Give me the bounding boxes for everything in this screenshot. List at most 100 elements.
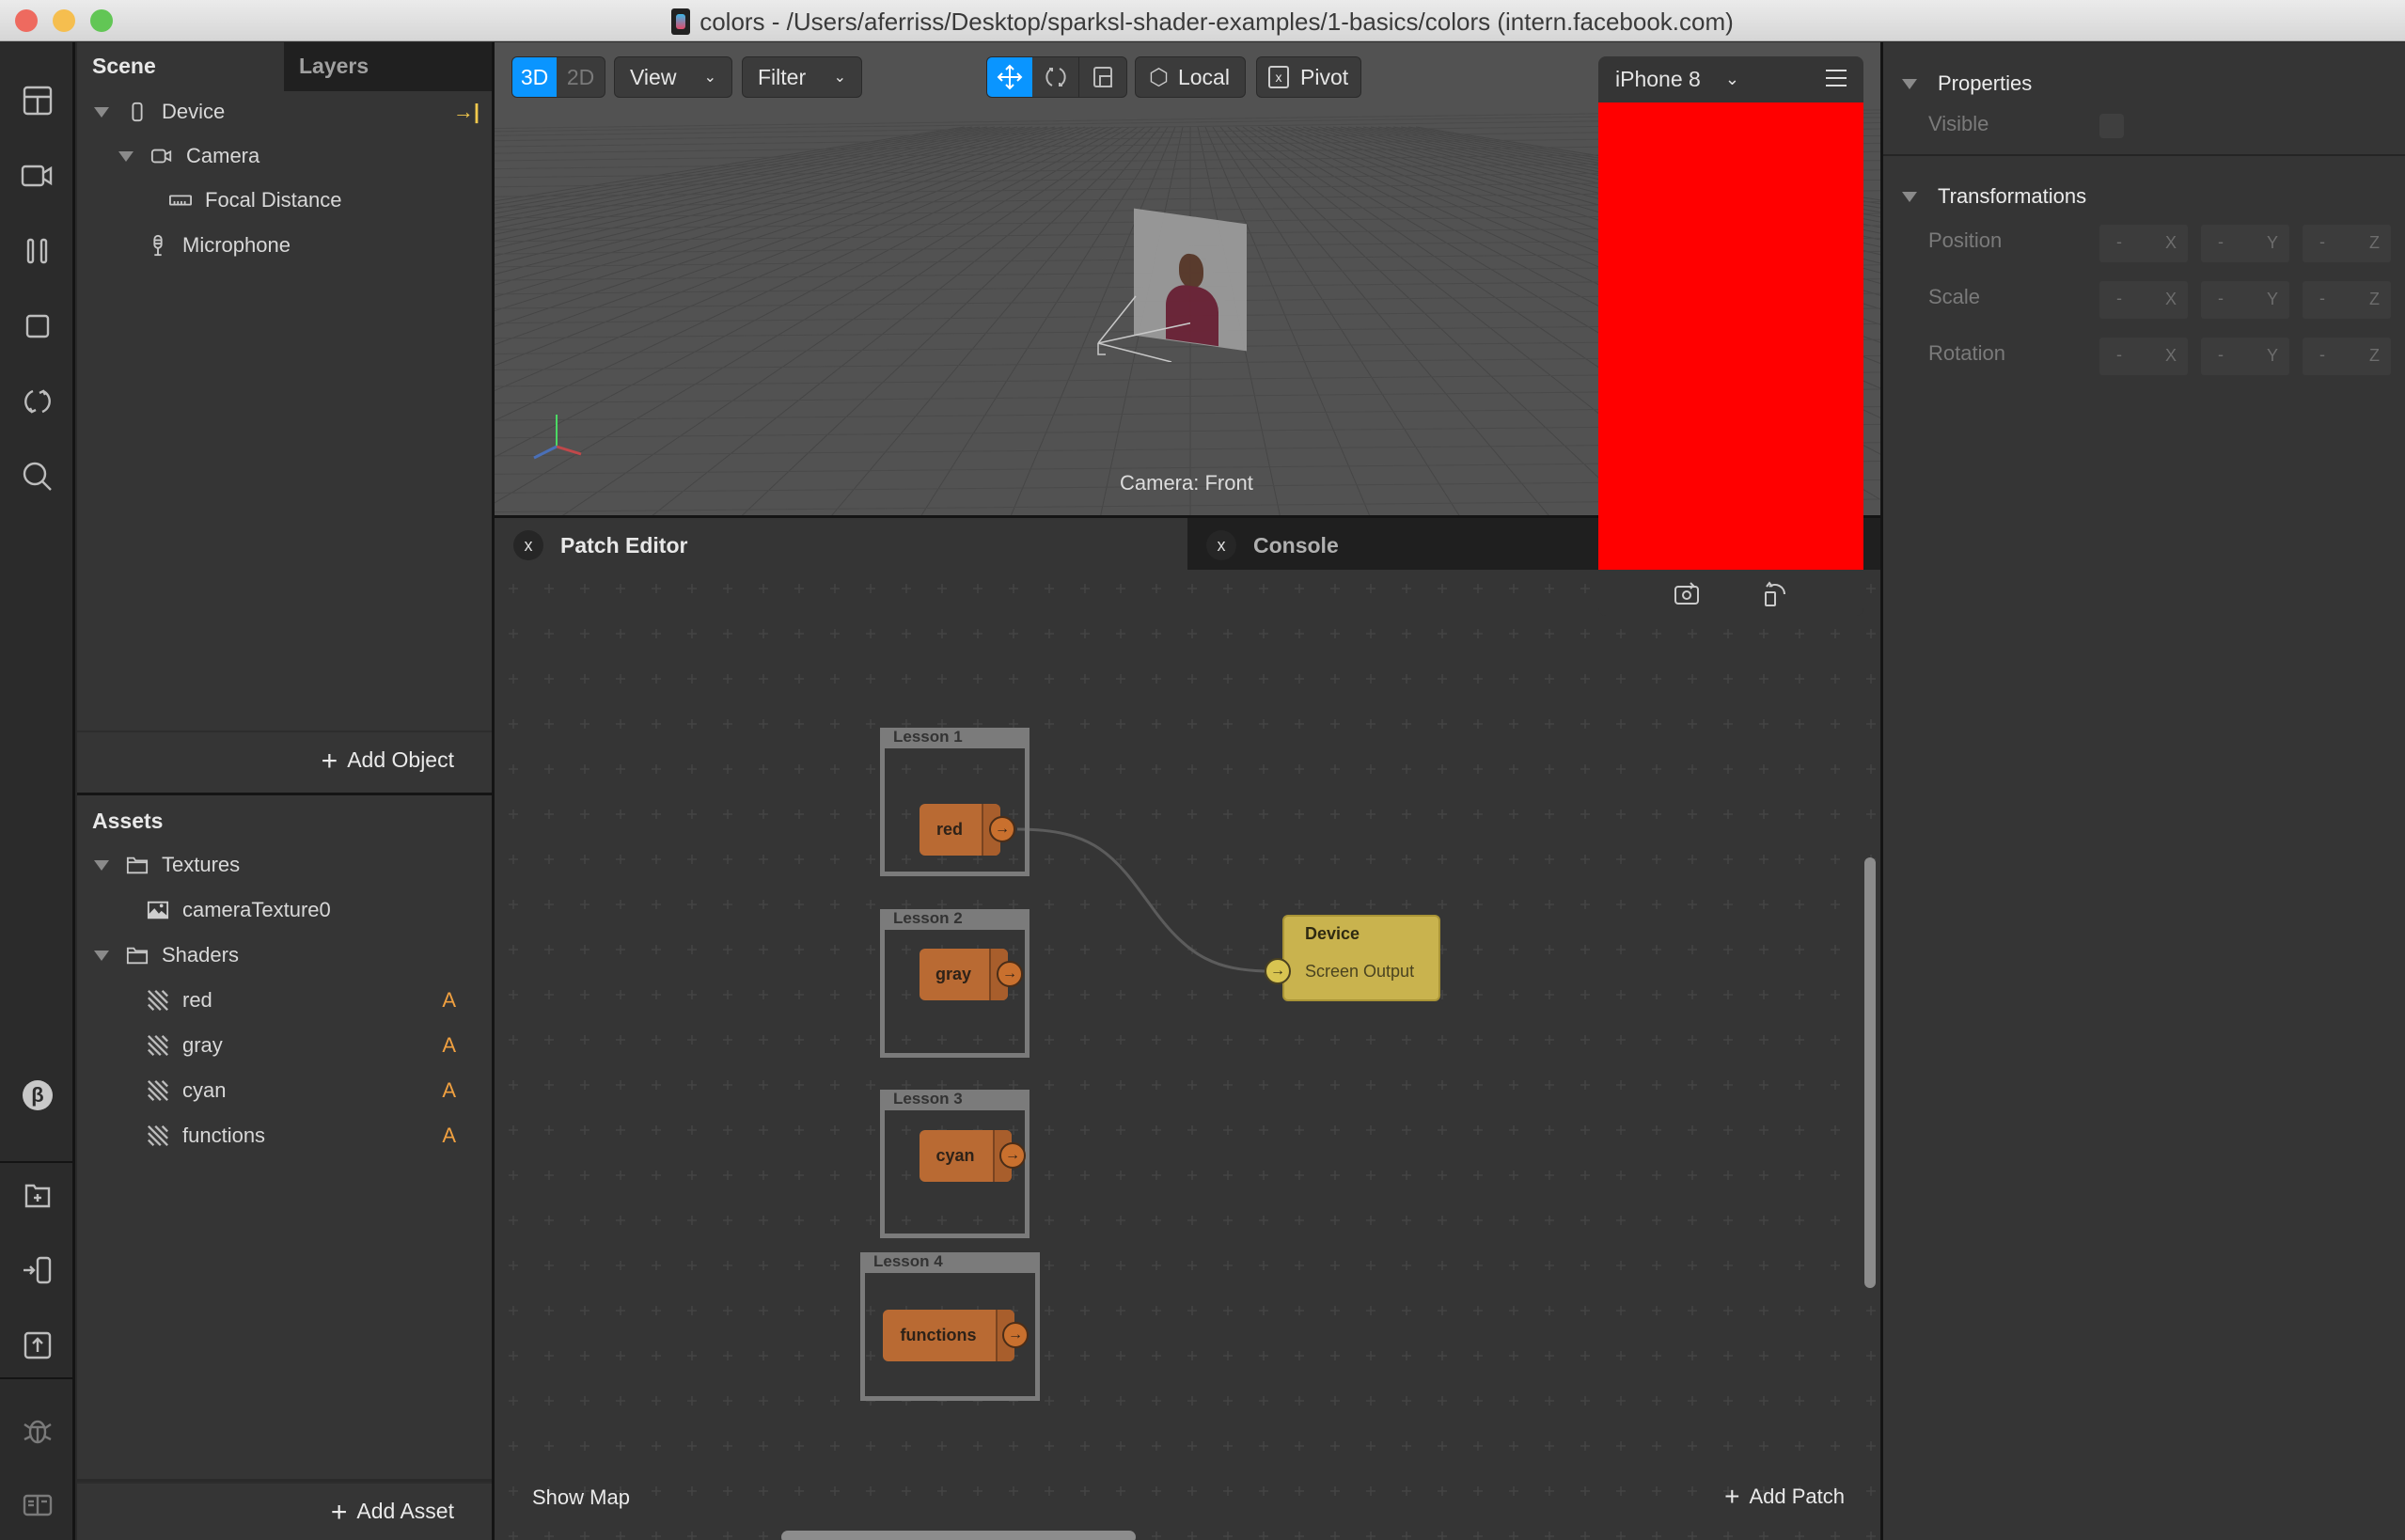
pivot-toggle[interactable]: x Pivot	[1256, 56, 1361, 98]
scene-item-focal-distance[interactable]: Focal Distance	[169, 179, 342, 222]
output-port-arrow-icon[interactable]: →	[1002, 1322, 1029, 1348]
camera-icon	[150, 145, 173, 167]
asset-folder-textures[interactable]: Textures	[94, 843, 240, 887]
asset-label: cameraTexture0	[182, 898, 331, 921]
video-icon[interactable]	[17, 155, 58, 196]
asset-item-cameratexture0[interactable]: cameraTexture0	[147, 888, 331, 932]
docs-icon[interactable]	[17, 1485, 58, 1526]
mode-2d-button[interactable]: 2D	[557, 57, 605, 97]
scene-item-camera[interactable]: Camera	[118, 134, 259, 178]
new-folder-icon[interactable]	[17, 1174, 58, 1216]
close-icon[interactable]: x	[1206, 530, 1236, 560]
local-toggle[interactable]: ⬡ Local	[1135, 56, 1246, 98]
position-x-field[interactable]: -X	[2099, 225, 2188, 262]
horizontal-scrollbar[interactable]	[781, 1531, 1136, 1540]
preview-footer	[1598, 570, 1863, 616]
add-asset-button[interactable]: + Add Asset	[331, 1497, 454, 1529]
rotation-z-field[interactable]: -Z	[2303, 338, 2391, 375]
tab-label: Console	[1253, 532, 1339, 558]
asset-item-shader[interactable]: functions A	[147, 1114, 480, 1157]
refresh-icon[interactable]	[17, 381, 58, 422]
patch-node-gray[interactable]: gray	[920, 949, 1008, 1000]
scale-y-field[interactable]: -Y	[2201, 281, 2289, 319]
collapse-arrow-icon[interactable]: →|	[453, 100, 479, 124]
patch-label: cyan	[935, 1146, 975, 1165]
output-port-arrow-icon[interactable]: →	[997, 961, 1023, 987]
plus-icon: +	[1724, 1482, 1740, 1511]
search-icon[interactable]	[17, 456, 58, 497]
add-asset-bar: + Add Asset	[77, 1482, 492, 1540]
field-value: -	[2116, 289, 2122, 307]
scale-icon[interactable]	[1079, 57, 1126, 97]
view-dropdown[interactable]: View ⌄	[614, 56, 732, 98]
close-icon[interactable]: x	[513, 530, 543, 560]
shader-icon	[147, 1034, 169, 1057]
add-object-button[interactable]: + Add Object	[322, 746, 454, 778]
add-patch-button[interactable]: + Add Patch	[1724, 1482, 1845, 1512]
show-map-button[interactable]: Show Map	[532, 1485, 630, 1510]
flip-camera-icon[interactable]	[1672, 579, 1702, 614]
asset-label: Textures	[162, 853, 241, 876]
filter-dropdown-label: Filter	[758, 64, 807, 89]
scene-item-label: Device	[162, 100, 226, 123]
beta-icon[interactable]: β	[17, 1075, 58, 1116]
expand-triangle-icon[interactable]	[118, 150, 134, 162]
move-icon[interactable]	[987, 57, 1032, 97]
patch-node-functions[interactable]: functions	[883, 1310, 1014, 1361]
tab-layers[interactable]: Layers	[284, 42, 492, 91]
layout-icon[interactable]	[17, 80, 58, 121]
patch-node-device[interactable]: Device Screen Output	[1282, 915, 1440, 1001]
position-y-field[interactable]: -Y	[2201, 225, 2289, 262]
preview-screen[interactable]	[1598, 102, 1863, 570]
scale-x-field[interactable]: -X	[2099, 281, 2188, 319]
transform-label-rotation: Rotation	[1928, 341, 2005, 365]
transform-tools	[986, 56, 1127, 98]
axis-label: Z	[2369, 346, 2380, 365]
asset-folder-shaders[interactable]: Shaders	[94, 934, 239, 977]
scene-item-device[interactable]: Device →|	[94, 90, 479, 134]
filter-dropdown[interactable]: Filter ⌄	[742, 56, 862, 98]
tab-patch-editor[interactable]: x Patch Editor	[495, 518, 1187, 573]
asset-item-shader[interactable]: red A	[147, 979, 480, 1022]
menu-icon[interactable]	[1826, 70, 1847, 86]
field-value: -	[2218, 289, 2224, 307]
upload-icon[interactable]	[17, 1325, 58, 1366]
send-to-device-icon[interactable]	[17, 1249, 58, 1291]
field-value: -	[2319, 345, 2325, 364]
asset-item-shader[interactable]: gray A	[147, 1024, 480, 1067]
tab-scene[interactable]: Scene	[77, 42, 284, 89]
patch-node-cyan[interactable]: cyan	[920, 1130, 1012, 1182]
pause-icon[interactable]	[17, 230, 58, 272]
position-z-field[interactable]: -Z	[2303, 225, 2391, 262]
expand-triangle-icon[interactable]	[94, 859, 109, 871]
stop-icon[interactable]	[17, 306, 58, 347]
window-title-text: colors - /Users/aferriss/Desktop/sparksl…	[699, 8, 1734, 36]
mode-3d-button[interactable]: 3D	[512, 57, 558, 97]
scale-z-field[interactable]: -Z	[2303, 281, 2391, 319]
asset-item-shader[interactable]: cyan A	[147, 1069, 480, 1112]
rotate-icon[interactable]	[1032, 57, 1079, 97]
plus-icon: +	[330, 1497, 348, 1528]
patch-canvas[interactable]: Lesson 1 red → Lesson 2 gray → Lesson 3 …	[492, 570, 1880, 1540]
bug-icon[interactable]	[17, 1409, 58, 1451]
input-port-arrow-icon[interactable]: →	[1265, 958, 1291, 984]
expand-triangle-icon[interactable]	[1902, 78, 1917, 89]
add-asset-label: Add Asset	[356, 1499, 454, 1523]
view-mode-toggle[interactable]: 3D 2D	[511, 56, 605, 98]
output-port-arrow-icon[interactable]: →	[989, 816, 1015, 842]
field-value: -	[2319, 289, 2325, 307]
scene-item-microphone[interactable]: Microphone	[147, 224, 291, 267]
expand-triangle-icon[interactable]	[94, 106, 109, 118]
section-transformations[interactable]: Transformations	[1883, 170, 2405, 223]
rotation-y-field[interactable]: -Y	[2201, 338, 2289, 375]
rotation-x-field[interactable]: -X	[2099, 338, 2188, 375]
vertical-scrollbar[interactable]	[1864, 857, 1876, 1288]
rotate-device-icon[interactable]	[1760, 577, 1790, 612]
expand-triangle-icon[interactable]	[94, 950, 109, 961]
visible-checkbox[interactable]	[2099, 114, 2124, 138]
output-port-arrow-icon[interactable]: →	[999, 1142, 1026, 1169]
patch-label: red	[935, 820, 963, 839]
section-properties[interactable]: Properties	[1883, 57, 2405, 110]
expand-triangle-icon[interactable]	[1902, 191, 1917, 202]
device-selector[interactable]: iPhone 8 ⌄	[1598, 56, 1863, 102]
